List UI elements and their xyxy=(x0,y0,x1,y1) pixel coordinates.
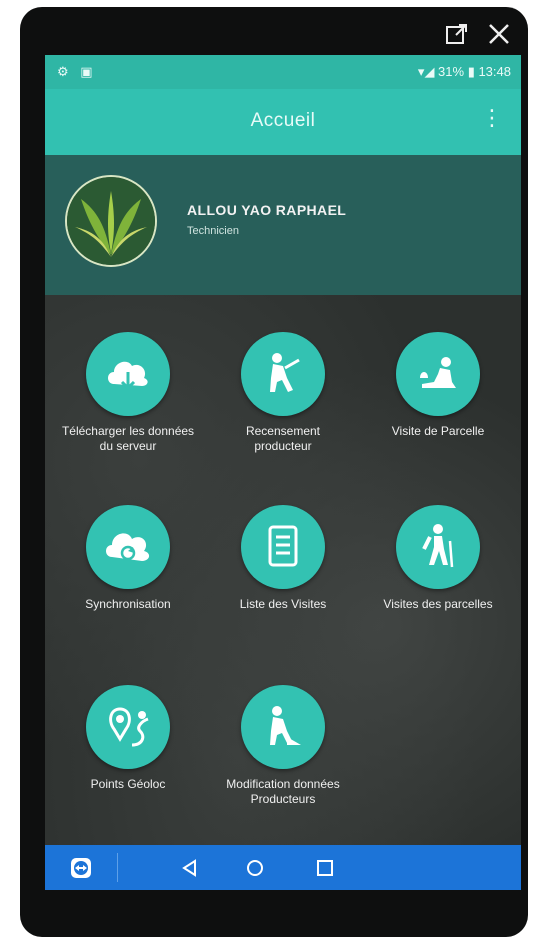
back-icon[interactable] xyxy=(165,845,215,890)
parcel-visit-icon xyxy=(396,332,480,416)
edit-farmer-icon xyxy=(241,685,325,769)
page-title: Accueil xyxy=(250,110,316,131)
app-bar: Accueil ⋮ xyxy=(45,89,521,155)
tile-label: Visites des parcelles xyxy=(383,597,493,611)
tile-sync[interactable]: Synchronisation xyxy=(53,505,203,612)
tile-census[interactable]: Recensement producteur xyxy=(208,332,358,454)
tile-label: Modification données Producteurs xyxy=(226,777,340,806)
cloud-sync-icon xyxy=(86,505,170,589)
status-bar: ⚙ ▣ ▾◢ 31% ▮ 13:48 xyxy=(45,55,521,89)
geolocation-icon xyxy=(86,685,170,769)
tile-parcel-visit[interactable]: Visite de Parcelle xyxy=(363,332,513,439)
home-icon[interactable] xyxy=(230,845,280,890)
overflow-menu-icon[interactable]: ⋮ xyxy=(481,107,503,129)
teamviewer-icon[interactable] xyxy=(45,845,117,890)
recents-icon[interactable] xyxy=(300,845,350,890)
tile-label: Télécharger les données du serveur xyxy=(61,424,195,453)
popout-icon[interactable] xyxy=(444,21,470,51)
profile-name: ALLOU YAO RAPHAEL xyxy=(187,202,347,218)
status-right: ▾◢ 31% ▮ 13:48 xyxy=(417,64,511,79)
cloud-download-icon xyxy=(86,332,170,416)
list-document-icon xyxy=(241,505,325,589)
tile-label: Synchronisation xyxy=(85,597,171,611)
window-controls xyxy=(444,21,512,51)
status-left: ⚙ ▣ xyxy=(57,64,97,79)
tile-label: Visite de Parcelle xyxy=(391,424,485,438)
profile-role: Technicien xyxy=(187,225,239,237)
system-nav-bar xyxy=(45,845,521,890)
tile-label: Liste des Visites xyxy=(239,597,327,611)
tile-download-data[interactable]: Télécharger les données du serveur xyxy=(53,332,203,454)
tile-parcel-visits[interactable]: Visites des parcelles xyxy=(363,505,513,612)
tile-edit-producers[interactable]: Modification données Producteurs xyxy=(208,685,358,807)
close-icon[interactable] xyxy=(486,21,512,51)
avatar xyxy=(65,175,157,267)
nav-divider xyxy=(117,853,118,882)
menu-grid: Télécharger les données du serveur Recen… xyxy=(45,295,521,845)
device-screen: ⚙ ▣ ▾◢ 31% ▮ 13:48 Accueil ⋮ ALLOU YAO R… xyxy=(45,55,521,890)
tile-label: Points Géoloc xyxy=(90,777,166,791)
profile-header: ALLOU YAO RAPHAEL Technicien xyxy=(45,155,521,297)
tile-label: Recensement producteur xyxy=(245,424,321,453)
tile-visit-list[interactable]: Liste des Visites xyxy=(208,505,358,612)
tile-geoloc[interactable]: Points Géoloc xyxy=(53,685,203,792)
hiker-icon xyxy=(396,505,480,589)
farmer-icon xyxy=(241,332,325,416)
